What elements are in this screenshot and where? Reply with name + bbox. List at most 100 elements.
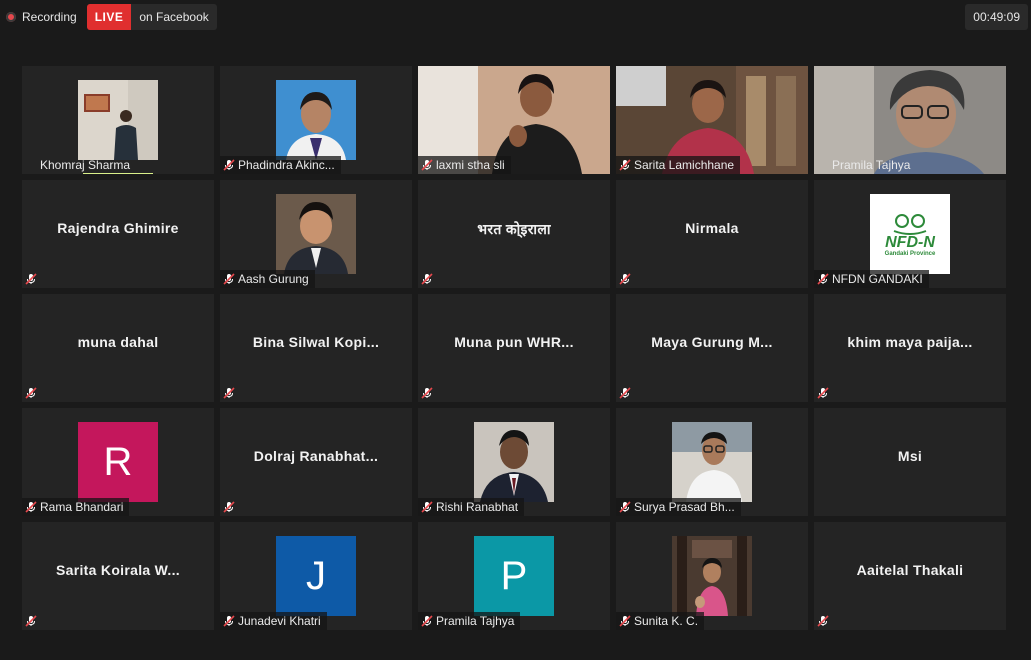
participant-tile[interactable]: Dolraj Ranabhat... (220, 408, 412, 516)
participant-display-name: khim maya paija... (847, 334, 973, 350)
participant-tile[interactable]: Msi (814, 408, 1006, 516)
participant-tile[interactable]: P Pramila Tajhya (418, 522, 610, 630)
participant-label (22, 270, 46, 288)
participant-tile[interactable]: Khomraj Sharma (22, 66, 214, 174)
mic-muted-icon[interactable] (616, 498, 634, 516)
mic-muted-icon[interactable] (220, 384, 238, 402)
participant-label: Sarita Lamichhane (616, 156, 741, 174)
participant-photo (672, 422, 752, 502)
meeting-timer: 00:49:09 (965, 4, 1028, 30)
recording-label: Recording (22, 10, 77, 24)
organization-logo: NFD-N Gandaki Province (870, 194, 950, 274)
participant-photo (276, 80, 356, 160)
mic-muted-icon[interactable] (22, 498, 40, 516)
mic-muted-icon[interactable] (616, 270, 634, 288)
participant-label (814, 612, 838, 630)
gallery-grid: Khomraj Sharma Phadindra Akinc... laxmi … (22, 66, 1006, 630)
mic-muted-icon[interactable] (418, 498, 436, 516)
mic-muted-icon[interactable] (418, 156, 436, 174)
participant-tile[interactable]: NFD-N Gandaki Province NFDN GANDAKI (814, 180, 1006, 288)
participant-display-name: Sarita Koirala W... (56, 562, 180, 578)
live-badge: LIVE (86, 4, 132, 30)
mic-muted-icon[interactable] (418, 270, 436, 288)
participant-tile[interactable]: Rishi Ranabhat (418, 408, 610, 516)
participant-label: Sunita K. C. (616, 612, 705, 630)
mic-muted-icon[interactable] (814, 270, 832, 288)
mic-muted-icon[interactable] (616, 612, 634, 630)
mic-muted-icon[interactable] (220, 270, 238, 288)
participant-tile[interactable]: Surya Prasad Bh... (616, 408, 808, 516)
mic-muted-icon[interactable] (418, 384, 436, 402)
mic-muted-icon[interactable] (22, 384, 40, 402)
participant-tile[interactable]: Sarita Lamichhane (616, 66, 808, 174)
participant-tile[interactable]: Muna pun WHR... (418, 294, 610, 402)
participant-label (418, 270, 442, 288)
record-icon (6, 12, 16, 22)
participant-tile[interactable]: muna dahal (22, 294, 214, 402)
participant-tile[interactable]: R Rama Bhandari (22, 408, 214, 516)
live-stream-indicator[interactable]: LIVE on Facebook (86, 4, 217, 30)
participant-name: Sarita Lamichhane (634, 158, 735, 172)
participant-display-name: Bina Silwal Kopi... (252, 334, 380, 350)
participant-video-thumbnail (78, 80, 158, 160)
participant-tile[interactable]: Maya Gurung M... (616, 294, 808, 402)
mic-muted-icon[interactable] (616, 156, 634, 174)
mic-muted-icon[interactable] (220, 498, 238, 516)
participant-name: Rama Bhandari (40, 500, 124, 514)
logo-title: NFD-N (885, 234, 935, 251)
participant-tile[interactable]: Sunita K. C. (616, 522, 808, 630)
participant-label (22, 384, 46, 402)
live-platform: on Facebook (139, 10, 209, 24)
avatar: P (474, 536, 554, 616)
participant-tile[interactable]: Pramila Tajhya (814, 66, 1006, 174)
participant-display-name: Muna pun WHR... (454, 334, 574, 350)
mic-muted-icon[interactable] (220, 156, 238, 174)
participant-label (616, 384, 640, 402)
mic-muted-icon[interactable] (22, 612, 40, 630)
participant-tile[interactable]: Bina Silwal Kopi... (220, 294, 412, 402)
mic-muted-icon[interactable] (814, 384, 832, 402)
avatar: J (276, 536, 356, 616)
participant-photo (672, 536, 752, 616)
logo-emblem-icon (893, 214, 927, 235)
participant-display-name: Msi (897, 448, 923, 464)
participant-label: Surya Prasad Bh... (616, 498, 741, 516)
participant-tile-active-speaker[interactable]: laxmi stha sli (418, 66, 610, 174)
participant-label: Pramila Tajhya (814, 156, 916, 174)
mic-muted-icon[interactable] (814, 612, 832, 630)
participant-label (814, 384, 838, 402)
participant-tile[interactable]: भरत को्इराला (418, 180, 610, 288)
participant-tile[interactable]: Aaitelal Thakali (814, 522, 1006, 630)
mic-muted-icon[interactable] (220, 612, 238, 630)
participant-tile[interactable]: Sarita Koirala W... (22, 522, 214, 630)
participant-tile[interactable]: Nirmala (616, 180, 808, 288)
participant-label: NFDN GANDAKI (814, 270, 929, 288)
participant-label: Aash Gurung (220, 270, 315, 288)
participant-name: Pramila Tajhya (436, 614, 515, 628)
participant-name: Sunita K. C. (634, 614, 699, 628)
participant-tile[interactable]: Phadindra Akinc... (220, 66, 412, 174)
participant-label: Rishi Ranabhat (418, 498, 525, 516)
participant-photo (276, 194, 356, 274)
participant-label: Rama Bhandari (22, 498, 130, 516)
participant-tile[interactable]: J Junadevi Khatri (220, 522, 412, 630)
participant-display-name: Rajendra Ghimire (57, 220, 179, 236)
mic-muted-icon[interactable] (22, 270, 40, 288)
participant-tile[interactable]: Aash Gurung (220, 180, 412, 288)
participant-label: Junadevi Khatri (220, 612, 327, 630)
mic-muted-icon[interactable] (418, 612, 436, 630)
participant-name: Phadindra Akinc... (238, 158, 335, 172)
participant-label: laxmi stha sli (418, 156, 511, 174)
participant-name: Junadevi Khatri (238, 614, 321, 628)
participant-name: Pramila Tajhya (832, 158, 911, 172)
logo-subtitle: Gandaki Province (884, 251, 936, 257)
participant-photo (474, 422, 554, 502)
recording-indicator[interactable]: Recording (4, 4, 83, 30)
mic-muted-icon[interactable] (616, 384, 634, 402)
participant-tile[interactable]: Rajendra Ghimire (22, 180, 214, 288)
participant-display-name: Aaitelal Thakali (856, 562, 964, 578)
participant-tile[interactable]: khim maya paija... (814, 294, 1006, 402)
participant-label (22, 612, 46, 630)
avatar: R (78, 422, 158, 502)
participant-label: Khomraj Sharma (22, 156, 136, 174)
